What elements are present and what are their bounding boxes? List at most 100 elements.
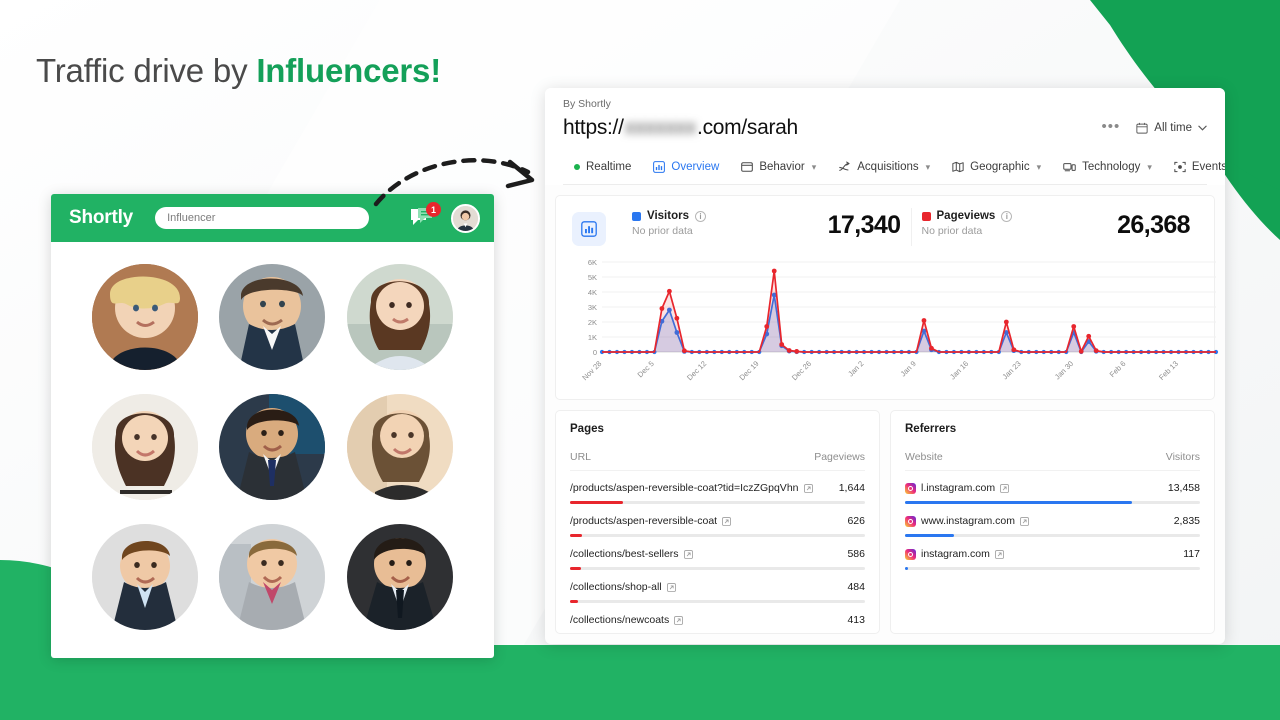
page-value: 626 — [847, 515, 865, 527]
branch-icon — [839, 161, 850, 171]
progress-track — [570, 633, 865, 634]
page-url: /collections/newcoats — [570, 614, 670, 626]
svg-text:2K: 2K — [588, 318, 597, 327]
tab-label: Realtime — [586, 161, 632, 173]
influencer-avatar[interactable] — [347, 394, 454, 500]
external-link-icon — [803, 483, 813, 493]
url-prefix: https:// — [563, 116, 624, 139]
svg-text:3K: 3K — [588, 303, 597, 312]
chevron-down-icon: ▾ — [1147, 161, 1152, 172]
date-range-label: All time — [1154, 122, 1192, 134]
info-icon[interactable]: i — [1001, 210, 1013, 222]
progress-fill — [570, 633, 577, 634]
table-row[interactable]: /collections/shop-all 484 — [570, 570, 865, 603]
map-icon — [952, 161, 964, 173]
table-row[interactable]: /products/aspen-reversible-coat 626 — [570, 504, 865, 537]
referrers-table-header: Website Visitors — [905, 451, 1200, 471]
referrer-value: 13,458 — [1167, 482, 1200, 494]
external-link-icon — [1000, 483, 1009, 493]
influencer-avatar[interactable] — [219, 524, 326, 630]
overview-stats-card: Visitors i No prior data 17,340 Pageview… — [555, 195, 1219, 400]
tab-overview[interactable]: Overview — [642, 152, 730, 184]
external-link-icon — [683, 549, 693, 559]
tab-events[interactable]: Events — [1163, 152, 1225, 184]
url-blurred-domain: xxxxxxx — [624, 116, 697, 139]
svg-text:Nov 28: Nov 28 — [580, 359, 603, 382]
referrers-table: Referrers Website Visitors l.instagram.c… — [890, 410, 1215, 634]
tab-technology[interactable]: Technology ▾ — [1052, 152, 1163, 184]
svg-text:Jan 30: Jan 30 — [1053, 359, 1075, 381]
external-link-icon — [1020, 516, 1029, 526]
svg-text:Jan 9: Jan 9 — [899, 359, 918, 378]
svg-text:Dec 5: Dec 5 — [636, 359, 656, 379]
page-url: /products/aspen-reversible-coat?tid=IczZ… — [570, 482, 799, 494]
metric-value: 26,368 — [1117, 210, 1190, 239]
metric-value: 17,340 — [827, 210, 901, 239]
referrer-site: l.instagram.com — [921, 482, 996, 494]
tab-acquisitions[interactable]: Acquisitions ▾ — [827, 152, 941, 184]
pages-col-url: URL — [570, 451, 592, 463]
pages-col-value: Pageviews — [814, 451, 865, 463]
tab-label: Events — [1191, 161, 1225, 173]
svg-text:1K: 1K — [588, 333, 597, 342]
table-row[interactable]: /collections/best-sellers 586 — [570, 537, 865, 570]
url-actions: ••• All time — [1102, 119, 1207, 138]
table-row[interactable]: /products/aspen-reversible-coat?tid=IczZ… — [570, 471, 865, 504]
metric-label: Visitors — [647, 210, 689, 222]
progress-track — [905, 567, 1200, 570]
page-value: 1,644 — [838, 482, 865, 494]
referrers-title: Referrers — [905, 423, 957, 435]
tab-geographic[interactable]: Geographic ▾ — [941, 152, 1052, 184]
table-row[interactable]: www.instagram.com 2,835 — [905, 504, 1200, 537]
referrer-rows: l.instagram.com 13,458 www.instagram.com 2,… — [905, 471, 1200, 570]
influencer-avatar[interactable] — [91, 524, 198, 630]
info-icon[interactable]: i — [694, 210, 706, 222]
analytics-header: By Shortly https://xxxxxxx .com/sarah •••… — [545, 88, 1225, 185]
table-row[interactable]: /collections/newcoats 413 — [570, 603, 865, 634]
curved-arrow-icon — [373, 158, 535, 207]
external-link-icon — [666, 582, 676, 592]
chevron-down-icon — [1198, 125, 1207, 131]
influencer-avatar[interactable] — [219, 264, 326, 370]
metric-title-row: Pageviews i — [921, 210, 1013, 222]
influencer-avatar[interactable] — [91, 264, 198, 370]
search-input[interactable]: Influencer — [155, 207, 370, 229]
instagram-icon — [905, 548, 916, 560]
influencer-avatar[interactable] — [347, 264, 454, 370]
chevron-down-icon: ▾ — [811, 161, 817, 172]
svg-text:Dec 26: Dec 26 — [790, 359, 813, 382]
tab-label: Acquisitions — [857, 161, 919, 173]
pageviews-color-swatch — [921, 211, 931, 221]
tab-label: Geographic — [970, 161, 1030, 173]
url-row: https://xxxxxxx .com/sarah ••• All time — [563, 116, 1207, 140]
page-url: /products/aspen-reversible-coat — [570, 515, 718, 527]
table-row[interactable]: instagram.com 117 — [905, 537, 1200, 570]
tab-label: Overview — [671, 161, 720, 173]
influencer-avatar[interactable] — [347, 524, 454, 630]
referrer-site: www.instagram.com — [921, 515, 1015, 527]
influencer-avatar[interactable] — [219, 394, 326, 500]
device-icon — [1063, 163, 1076, 172]
search-placeholder: Influencer — [167, 212, 216, 224]
visitors-color-swatch — [632, 211, 641, 221]
short-link-url: https://xxxxxxx .com/sarah — [563, 116, 798, 140]
more-options-button[interactable]: ••• — [1102, 119, 1121, 138]
influencer-avatar[interactable] — [91, 394, 198, 500]
tab-realtime[interactable]: Realtime — [563, 152, 642, 184]
chart-canvas: 0 1K 2K 3K 4K 5K 6K Nov 28 Dec 5 Dec 12 Dec 19 Dec … — [580, 258, 1219, 382]
calendar-icon — [1136, 122, 1148, 134]
page-title: Traffic drive by Influencers! — [36, 52, 441, 90]
instagram-icon — [905, 515, 916, 527]
date-range-selector[interactable]: All time — [1136, 122, 1207, 134]
chevron-down-icon: ▾ — [1036, 161, 1042, 172]
by-shortly-label: By Shortly — [563, 98, 611, 110]
chat-icon[interactable]: 1 — [409, 202, 441, 229]
page-value: 413 — [847, 614, 865, 626]
chart-type-icon[interactable] — [572, 212, 606, 246]
traffic-chart[interactable]: 0 1K 2K 3K 4K 5K 6K Nov 28 Dec 5 Dec 12 Dec 19 Dec … — [570, 246, 1219, 393]
table-row[interactable]: l.instagram.com 13,458 — [905, 471, 1200, 504]
svg-text:Dec 12: Dec 12 — [685, 359, 708, 382]
tab-behavior[interactable]: Behavior ▾ — [730, 152, 827, 184]
progress-fill — [905, 567, 908, 570]
detail-tables: Pages URL Pageviews /products/aspen-reve… — [545, 400, 1225, 634]
